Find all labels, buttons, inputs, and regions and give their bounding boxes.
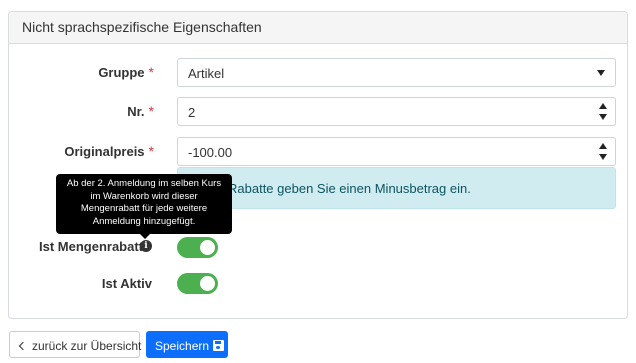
floppy-disk-icon [213,340,225,351]
mengenrabatt-toggle[interactable] [177,237,218,258]
tooltip-arrow [140,234,150,239]
required-mark: * [148,143,154,159]
required-mark: * [148,64,154,80]
required-mark: * [148,103,154,119]
price-hint-alert: Rabatte geben Sie einen Minusbetrag ein. [177,167,616,209]
info-icon[interactable]: i [140,240,152,252]
label-aktiv: Ist Aktiv [101,276,152,291]
spinner-up-icon[interactable] [599,103,607,109]
spinner-down-icon[interactable] [599,114,607,120]
gruppe-select[interactable]: Artikel [177,58,616,87]
originalpreis-input[interactable]: -100.00 [177,137,616,166]
back-to-overview-button[interactable]: zurück zur Übersicht [9,331,141,358]
save-button[interactable]: Speichern [146,331,228,358]
number-spinner[interactable] [596,101,612,123]
chevron-down-icon [597,70,605,76]
panel-title: Nicht sprachspezifische Eigenschaften [9,12,627,44]
aktiv-toggle[interactable] [177,273,218,294]
properties-panel: Nicht sprachspezifische Eigenschaften Gr… [8,11,628,319]
label-nr: Nr. * [127,103,154,119]
label-mengenrabatt: Ist Mengenrabatt [38,239,143,254]
toggle-knob [200,276,215,291]
spinner-up-icon[interactable] [599,143,607,149]
mengenrabatt-tooltip: Ab der 2. Anmeldung im selben Kurs im Wa… [56,174,232,234]
label-gruppe: Gruppe * [98,64,154,80]
spinner-down-icon[interactable] [599,154,607,160]
chevron-left-icon [18,341,28,351]
nr-input[interactable]: 2 [177,97,616,126]
label-originalpreis: Originalpreis * [64,143,154,159]
toggle-knob [200,240,215,255]
number-spinner[interactable] [596,141,612,163]
